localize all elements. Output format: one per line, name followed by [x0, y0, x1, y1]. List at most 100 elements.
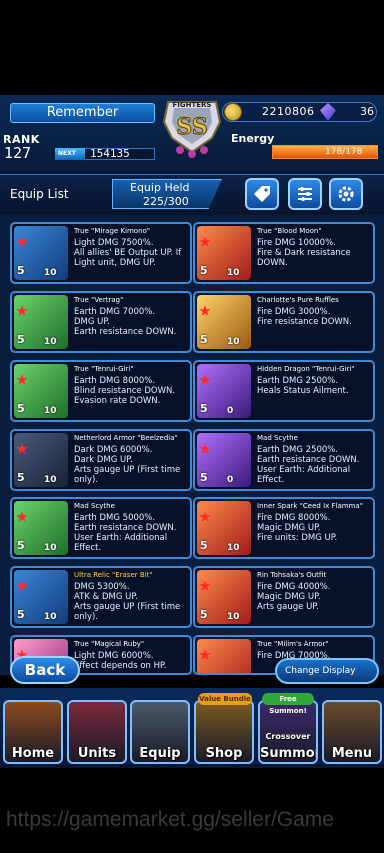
equip-description: Earth DMG 8000%. Blind resistance DOWN. …: [74, 376, 176, 406]
equip-card[interactable]: 5 10 Netherlord Armor "Beelzedia" Dark DMG …: [10, 429, 192, 491]
change-display-button[interactable]: Change Display: [275, 658, 379, 684]
equip-level: 10: [44, 475, 57, 485]
equip-level: 10: [227, 543, 240, 553]
equip-card[interactable]: 5 10 Charlotte's Pure Ruffles Fire DMG 3000…: [193, 291, 375, 353]
gem-value: 36: [360, 105, 374, 118]
svg-text:FIGHTERS: FIGHTERS: [173, 101, 212, 109]
equip-level: 10: [227, 612, 240, 622]
nav-label: Units: [77, 746, 117, 761]
tag-icon: [254, 186, 270, 202]
equip-level: 10: [227, 337, 240, 347]
equip-name: Inner Spark "Ceed Ix Flamma": [257, 502, 363, 510]
svg-text:SS: SS: [176, 114, 207, 140]
value-bundle-badge: Value Bundle: [198, 693, 252, 705]
equip-description: Earth DMG 7000%. DMG UP. Earth resistanc…: [74, 307, 177, 337]
equip-description: Fire DMG 4000%. Magic DMG UP. Arts gauge…: [257, 582, 331, 612]
equip-name: Netherlord Armor "Beelzedia": [74, 434, 178, 442]
equip-card[interactable]: 5 10 Rin Tohsaka's Outfit Fire DMG 4000%. M…: [193, 566, 375, 628]
filter-button[interactable]: [288, 178, 322, 210]
nav-units[interactable]: Units: [67, 700, 127, 764]
equip-card[interactable]: 5 0 Hidden Dragon "Tenrui-Giri" Earth DMG 2…: [193, 360, 375, 422]
equip-name: True "Blood Moon": [257, 227, 322, 235]
equip-list-title: Equip List: [10, 187, 69, 201]
equip-description: Fire DMG 3000%. Fire resistance DOWN.: [257, 307, 352, 327]
rank-value: 127: [4, 144, 32, 162]
equip-rarity: 5: [200, 471, 208, 484]
coin-icon: [224, 103, 242, 121]
equip-rarity: 5: [17, 402, 25, 415]
tag-button[interactable]: [245, 178, 279, 210]
filter-icon: [298, 187, 312, 201]
equip-description: Fire DMG 8000%. Magic DMG UP. Fire units…: [257, 513, 338, 543]
watermark: https://gamemarket.gg/seller/Game: [6, 808, 334, 831]
nav-equip[interactable]: Equip: [130, 700, 190, 764]
equip-description: Earth DMG 2500%. Earth resistance DOWN. …: [257, 445, 360, 485]
equip-rarity: 5: [17, 539, 25, 552]
equip-rarity: 5: [17, 608, 25, 621]
next-exp-value: 154135: [90, 147, 130, 160]
equip-description: Fire DMG 10000%. Fire & Dark resistance …: [257, 238, 351, 268]
equip-name: True "Tenrui-Giri": [74, 365, 134, 373]
equip-name: Hidden Dragon "Tenrui-Giri": [257, 365, 355, 373]
equip-rarity: 5: [17, 333, 25, 346]
equip-rarity: 5: [200, 402, 208, 415]
equip-description: Light DMG 7500%. All allies' BE Output U…: [74, 238, 182, 268]
equip-card[interactable]: 5 10 True "Blood Moon" Fire DMG 10000%. Fir…: [193, 222, 375, 284]
equip-rarity: 5: [200, 608, 208, 621]
gold-value: 2210806: [262, 105, 315, 118]
equip-level: 0: [227, 475, 234, 485]
back-button[interactable]: Back: [10, 656, 80, 684]
nav-menu[interactable]: Menu: [322, 700, 382, 764]
equip-description: Light DMG 6000%. Effect depends on HP.: [74, 651, 167, 671]
equip-rarity: 5: [17, 264, 25, 277]
nav-label: Home: [11, 746, 55, 761]
top-strip: [0, 0, 384, 95]
equip-name: True "Vertrag": [74, 296, 124, 304]
equip-card[interactable]: 5 10 Ultra Relic "Eraser Bit" DMG 5300%. AT…: [10, 566, 192, 628]
equip-rarity: 5: [200, 333, 208, 346]
equip-name: Ultra Relic "Eraser Bit": [74, 571, 153, 579]
equip-card[interactable]: 5 10 True "Tenrui-Giri" Earth DMG 8000%. Bl…: [10, 360, 192, 422]
equip-description: DMG 5300%. ATK & DMG UP. Arts gauge UP (…: [74, 582, 181, 622]
equip-description: Dark DMG 6000%. Dark DMG UP. Arts gauge …: [74, 445, 181, 485]
equip-card[interactable]: 5 10 Mad Scythe Earth DMG 5000%. Earth resi…: [10, 497, 192, 559]
equip-card[interactable]: 5 10 True "Vertrag" Earth DMG 7000%. DMG UP…: [10, 291, 192, 353]
nav-label: Menu: [331, 746, 373, 761]
nav-home[interactable]: Home: [3, 700, 63, 764]
nav-shop[interactable]: Shop: [194, 700, 254, 764]
equip-level: 10: [44, 612, 57, 622]
equip-level: 10: [44, 268, 57, 278]
fighters-ss-logo: FIGHTERS SS: [162, 101, 222, 158]
equip-name: True "Magical Ruby": [74, 640, 145, 648]
equip-description: Earth DMG 5000%. Earth resistance DOWN. …: [74, 513, 177, 553]
equip-name: Mad Scythe: [257, 434, 298, 442]
equip-card[interactable]: 5 10 True "Mirage Kimono" Light DMG 7500%. …: [10, 222, 192, 284]
equip-level: 0: [227, 406, 234, 416]
equip-held-value: 225/300: [143, 195, 189, 208]
equip-card[interactable]: 5 10 Inner Spark "Ceed Ix Flamma" Fire DMG …: [193, 497, 375, 559]
equip-rarity: 5: [17, 471, 25, 484]
equip-card[interactable]: 5 0 Mad Scythe Earth DMG 2500%. Earth resis…: [193, 429, 375, 491]
settings-button[interactable]: [329, 178, 363, 210]
equip-name: True "Mirage Kimono": [74, 227, 151, 235]
gear-icon: [338, 186, 354, 202]
equip-name: Rin Tohsaka's Outfit: [257, 571, 327, 579]
next-label: NEXT: [58, 150, 76, 157]
nav-label: Summon: [260, 746, 318, 761]
equip-rarity: 5: [200, 539, 208, 552]
equip-level: 10: [44, 543, 57, 553]
equip-level: 10: [44, 406, 57, 416]
equip-level: 10: [44, 337, 57, 347]
equip-description: Earth DMG 2500%. Heals Status Ailment.: [257, 376, 349, 396]
crossover-label: Crossover: [265, 732, 311, 741]
equip-held-label: Equip Held: [130, 181, 190, 194]
player-name[interactable]: Remember: [10, 103, 155, 123]
free-summon-badge: Free Summon!: [262, 693, 314, 715]
nav-label: Shop: [205, 746, 243, 761]
equip-name: True "Milim's Armor": [257, 640, 329, 648]
energy-value: 178/178: [325, 147, 363, 157]
equip-name: Mad Scythe: [74, 502, 115, 510]
energy-label: Energy: [231, 132, 275, 145]
equip-level: 10: [227, 268, 240, 278]
nav-label: Equip: [139, 746, 181, 761]
